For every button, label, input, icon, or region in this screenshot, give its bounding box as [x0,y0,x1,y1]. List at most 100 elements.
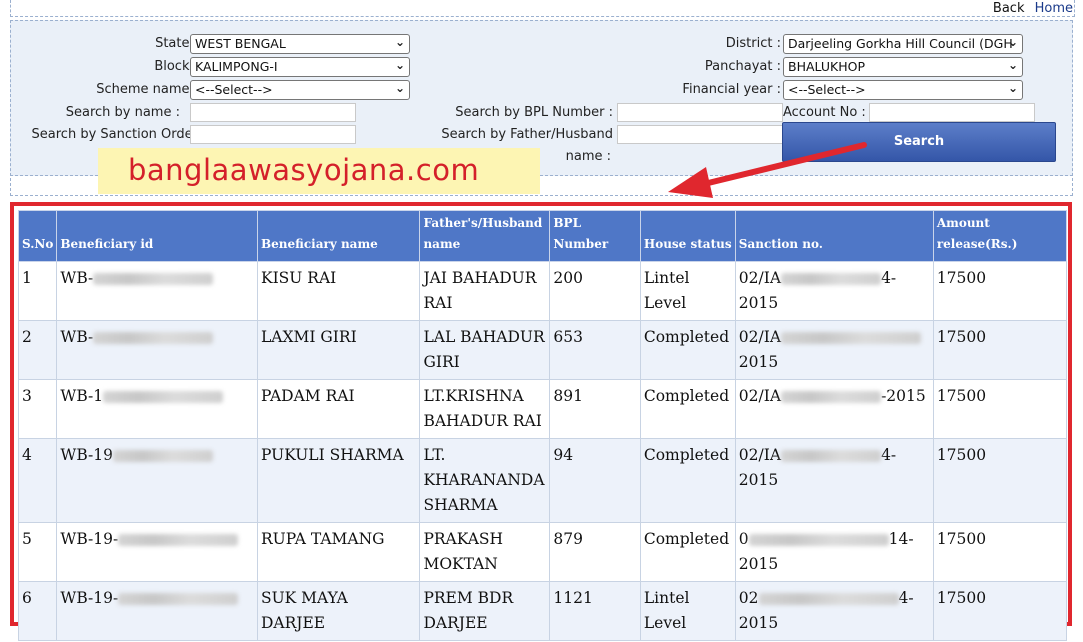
cell-name: SUK MAYA DARJEE [256,581,421,641]
scheme-label: Scheme name : [96,82,198,97]
scheme-select[interactable]: <--Select--> ⌄ [190,80,410,100]
account-label: Account No : [783,105,866,120]
results-highlight: S.No Beneficiary id Beneficiary name Fat… [10,202,1072,641]
cell-name: LAXMI GIRI [256,320,421,380]
redacted-blur [118,534,239,546]
chevron-down-icon: ⌄ [1007,35,1018,49]
cell-sno: 3 [17,379,58,439]
cell-sanction: 02/IA2015 [734,320,934,380]
search-button[interactable]: Search [782,122,1056,162]
col-amount[interactable]: Amount release(Rs.) [932,210,1068,262]
cell-father: LT. KHARANANDA SHARMA [419,438,551,523]
col-bpl-number[interactable]: BPL Number [549,210,641,262]
cell-beneficiary-id: WB-19 [56,438,258,523]
cell-bpl: 653 [549,320,641,380]
bpl-label: Search by BPL Number : [455,105,613,120]
table-row: 1 WB- KISU RAI JAI BAHADUR RAI 200 Linte… [17,261,1068,321]
cell-status: Completed [639,438,736,523]
cell-sno: 1 [17,261,58,321]
cell-sanction: 0 14-2015 [734,522,934,582]
cell-father: LAL BAHADUR GIRI [419,320,551,380]
col-beneficiary-id[interactable]: Beneficiary id [56,210,258,262]
cell-sanction: 02 4-2015 [734,581,934,641]
table-row: 2 WB- LAXMI GIRI LAL BAHADUR GIRI 653 Co… [17,320,1068,380]
table-header-row: S.No Beneficiary id Beneficiary name Fat… [17,210,1068,262]
cell-amount: 17500 [932,320,1068,380]
cell-sno: 2 [17,320,58,380]
col-sno[interactable]: S.No [17,210,58,262]
cell-father: PREM BDR DARJEE [419,581,551,641]
cell-amount: 17500 [932,379,1068,439]
cell-sno: 6 [17,581,58,641]
table-row: 4 WB-19 PUKULI SHARMA LT. KHARANANDA SHA… [17,438,1068,523]
block-select[interactable]: KALIMPONG-I ⌄ [190,57,410,77]
cell-name: RUPA TAMANG [256,522,421,582]
cell-name: PUKULI SHARMA [256,438,421,523]
cell-bpl: 891 [549,379,641,439]
search-name-label: Search by name : [65,105,180,120]
cell-father: LT.KRISHNA BAHADUR RAI [419,379,551,439]
cell-amount: 17500 [932,522,1068,582]
cell-bpl: 200 [549,261,641,321]
panchayat-select[interactable]: BHALUKHOP ⌄ [783,57,1023,77]
cell-status: Completed [639,379,736,439]
table-row: 3 WB-1 PADAM RAI LT.KRISHNA BAHADUR RAI … [17,379,1068,439]
redacted-blur [118,593,239,605]
father-label: Search by Father/Husband [441,127,613,142]
col-sanction-no[interactable]: Sanction no. [734,210,934,262]
cell-sanction: 02/IA 4-2015 [734,261,934,321]
cell-status: Completed [639,320,736,380]
fy-label: Financial year : [682,82,781,97]
chevron-down-icon: ⌄ [394,81,405,95]
cell-bpl: 879 [549,522,641,582]
table-row: 5 WB-19- RUPA TAMANG PRAKASH MOKTAN 879 … [17,522,1068,582]
redacted-blur [748,534,889,546]
bpl-input[interactable] [617,103,783,122]
chevron-down-icon: ⌄ [1007,58,1018,72]
father-label-cont: name : [565,149,611,164]
search-sanction-label: Search by Sanction Order [31,127,198,142]
top-nav: Back Home [987,1,1073,16]
father-input[interactable] [617,125,783,144]
state-select[interactable]: WEST BENGAL ⌄ [190,34,410,54]
redacted-blur [758,593,899,605]
beneficiary-table: S.No Beneficiary id Beneficiary name Fat… [17,210,1068,641]
chevron-down-icon: ⌄ [1007,81,1018,95]
col-house-status[interactable]: House status [639,210,736,262]
cell-beneficiary-id: WB- [56,261,258,321]
district-select[interactable]: Darjeeling Gorkha Hill Council (DGH ⌄ [783,34,1023,54]
col-father-name[interactable]: Father's/Husband name [419,210,551,262]
redacted-blur [103,391,224,403]
panchayat-label: Panchayat : [704,59,781,74]
cell-sanction: 02/IA 4-2015 [734,438,934,523]
district-label: District : [725,36,781,51]
cell-amount: 17500 [932,261,1068,321]
search-sanction-input[interactable] [190,125,356,144]
col-beneficiary-name[interactable]: Beneficiary name [256,210,421,262]
cell-father: JAI BAHADUR RAI [419,261,551,321]
cell-status: Lintel Level [639,261,736,321]
search-name-input[interactable] [190,103,356,122]
cell-beneficiary-id: WB-19- [56,522,258,582]
redacted-blur [112,450,213,462]
back-link[interactable]: Back [993,1,1025,16]
cell-status: Completed [639,522,736,582]
cell-name: KISU RAI [256,261,421,321]
cell-father: PRAKASH MOKTAN [419,522,551,582]
redacted-blur [781,273,882,285]
redacted-blur [93,332,214,344]
account-input[interactable] [869,103,1035,122]
fy-select[interactable]: <--Select--> ⌄ [783,80,1023,100]
cell-amount: 17500 [932,438,1068,523]
top-frame [10,0,1075,17]
cell-bpl: 94 [549,438,641,523]
table-row: 6 WB-19- SUK MAYA DARJEE PREM BDR DARJEE… [17,581,1068,641]
redacted-blur [781,332,922,344]
cell-sanction: 02/IA -2015 [734,379,934,439]
cell-beneficiary-id: WB-19- [56,581,258,641]
home-link[interactable]: Home [1035,1,1073,16]
cell-amount: 17500 [932,581,1068,641]
cell-status: Lintel Level [639,581,736,641]
redacted-blur [93,273,214,285]
cell-sno: 5 [17,522,58,582]
